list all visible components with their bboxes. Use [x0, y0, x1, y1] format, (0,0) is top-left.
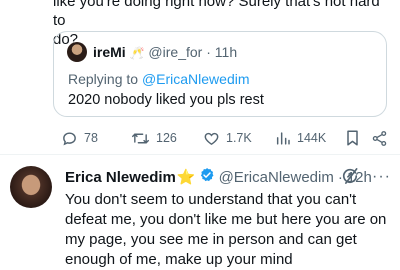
more-icon[interactable]: ···	[372, 168, 391, 186]
views-count: 144K	[297, 131, 327, 145]
author-handle[interactable]: @EricaNlewedim	[219, 169, 334, 187]
share-icon	[371, 130, 388, 147]
retweet-count: 126	[156, 131, 177, 145]
like-button[interactable]: 1.7K	[203, 128, 252, 148]
quoted-dot-separator: ·	[206, 44, 211, 60]
bookmark-button[interactable]	[345, 128, 360, 148]
tweet-header: Erica Nlewedim ⭐ @EricaNlewedim · 12h	[65, 167, 372, 188]
star-badge: ⭐	[176, 168, 196, 186]
tweet-text: You don't seem to understand that you ca…	[65, 191, 387, 268]
grok-icon[interactable]	[340, 166, 360, 191]
quoted-author-name[interactable]: ireMi	[93, 44, 126, 60]
quoted-replying-to: Replying to @EricaNlewedim	[68, 71, 250, 87]
views-icon	[275, 130, 291, 147]
share-button[interactable]	[371, 128, 388, 148]
replying-to-mention[interactable]: @EricaNlewedim	[142, 71, 250, 87]
reply-button[interactable]: 78	[61, 128, 98, 148]
bookmark-icon	[345, 129, 360, 147]
quoted-author-emoji: 🥂	[129, 46, 145, 60]
views-button[interactable]: 144K	[275, 128, 326, 148]
retweet-button[interactable]: 126	[131, 128, 177, 148]
quoted-author-handle[interactable]: @ire_for	[148, 44, 202, 60]
retweet-icon	[131, 130, 150, 147]
reply-count: 78	[84, 131, 98, 145]
author-name[interactable]: Erica Nlewedim	[65, 169, 176, 187]
tweet-divider	[0, 154, 400, 155]
replying-to-label: Replying to	[68, 71, 139, 87]
quoted-avatar[interactable]	[67, 42, 87, 62]
quoted-tweet-card[interactable]: ireMi 🥂 @ire_for · 11h Replying to @Eric…	[53, 31, 387, 117]
verified-icon	[199, 167, 215, 188]
quoted-timestamp[interactable]: 11h	[215, 44, 237, 60]
quoted-tweet-text: 2020 nobody liked you pls rest	[68, 92, 264, 108]
like-count: 1.7K	[226, 131, 252, 145]
like-icon	[203, 130, 220, 147]
tweet-actions-bar: 78 126 1.7K 144K	[53, 128, 393, 148]
quoted-tweet-header: ireMi 🥂 @ire_for · 11h	[93, 44, 237, 62]
avatar[interactable]	[10, 166, 52, 208]
reply-icon	[61, 130, 78, 147]
